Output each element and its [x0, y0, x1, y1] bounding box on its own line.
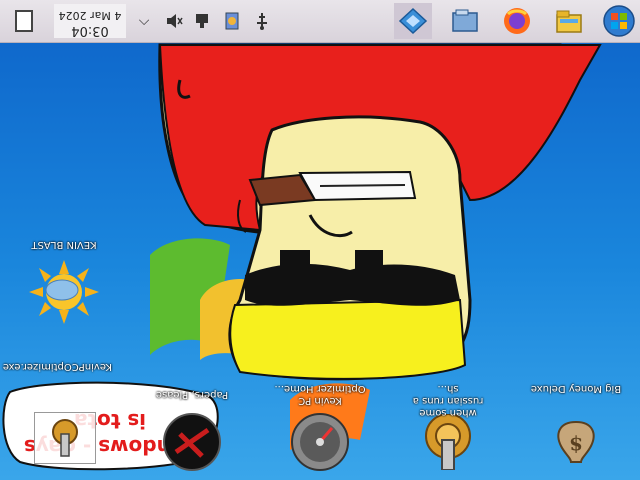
show-desktop-button[interactable] [4, 3, 44, 39]
tray-usb[interactable] [252, 10, 272, 32]
taskbar-folder[interactable] [550, 3, 588, 39]
desktop-icon-label: Papers, Please [155, 389, 229, 400]
network-icon [196, 14, 208, 28]
start-button[interactable] [600, 3, 638, 39]
desktop-icon-big-money-deluxe[interactable]: $ Big Money Deluxe [531, 383, 621, 480]
folder-icon [556, 10, 582, 33]
desktop-icon-label: Big Money Deluxe [530, 383, 622, 394]
clock-time: 03:04 [71, 23, 109, 38]
svg-text:$: $ [569, 433, 583, 457]
speaker-muted-icon [167, 14, 183, 28]
desktop-icon-kevin-pc-optimizer-home[interactable]: Kevin PC Optimizer Home... [274, 383, 366, 480]
gear-icon [408, 412, 488, 472]
gauge-icon [280, 412, 360, 472]
desktop-icon-label: KEVIN BLAST [31, 239, 97, 250]
taskbar-firefox[interactable] [498, 3, 536, 39]
papers-please-icon [152, 412, 232, 472]
desktop-icon-papers-please[interactable]: Papers, Please [152, 389, 232, 480]
desktop-icon-label: when some russian runs a sh... [412, 383, 484, 418]
money-bag-icon: $ [536, 412, 616, 472]
taskbar-file-explorer[interactable] [446, 3, 484, 39]
desktop-icon-label: KevinPCOptimizer.exe [2, 361, 112, 372]
taskbar-ppsspp[interactable] [394, 3, 432, 39]
clock[interactable]: 03:04 4 Mar 2024 [54, 4, 126, 38]
clock-date: 4 Mar 2024 [58, 9, 122, 22]
chevron-down-icon: ⌵ [138, 13, 150, 29]
desktop: windows - gays is tota $ Big Money Delux… [0, 0, 640, 480]
desktop-icon-label: Kevin PC Optimizer Home... [274, 383, 366, 406]
gear-small-icon [34, 412, 96, 464]
ppsspp-icon [398, 7, 428, 35]
taskbar: 03:04 4 Mar 2024 ⌵ [0, 0, 640, 43]
usb-icon [257, 13, 267, 30]
firefox-icon [504, 8, 530, 34]
file-explorer-icon [452, 9, 478, 32]
start-orb-icon [603, 5, 635, 37]
desktop-icon-when-some-russian[interactable]: when some russian runs a sh... [408, 383, 488, 480]
tray-security[interactable] [222, 10, 242, 32]
tray-chevron[interactable]: ⌵ [134, 10, 154, 32]
desktop-icon-kevinpcoptimizer-exe[interactable]: KevinPCOptimizer.exe [3, 361, 112, 480]
show-desktop-icon [15, 10, 33, 32]
tray-network[interactable] [192, 10, 212, 32]
weather-sun-icon [24, 260, 104, 324]
tray-volume[interactable] [164, 10, 184, 32]
security-icon [225, 12, 239, 30]
desktop-icon-kevin-blast[interactable]: KEVIN BLAST [24, 239, 104, 350]
